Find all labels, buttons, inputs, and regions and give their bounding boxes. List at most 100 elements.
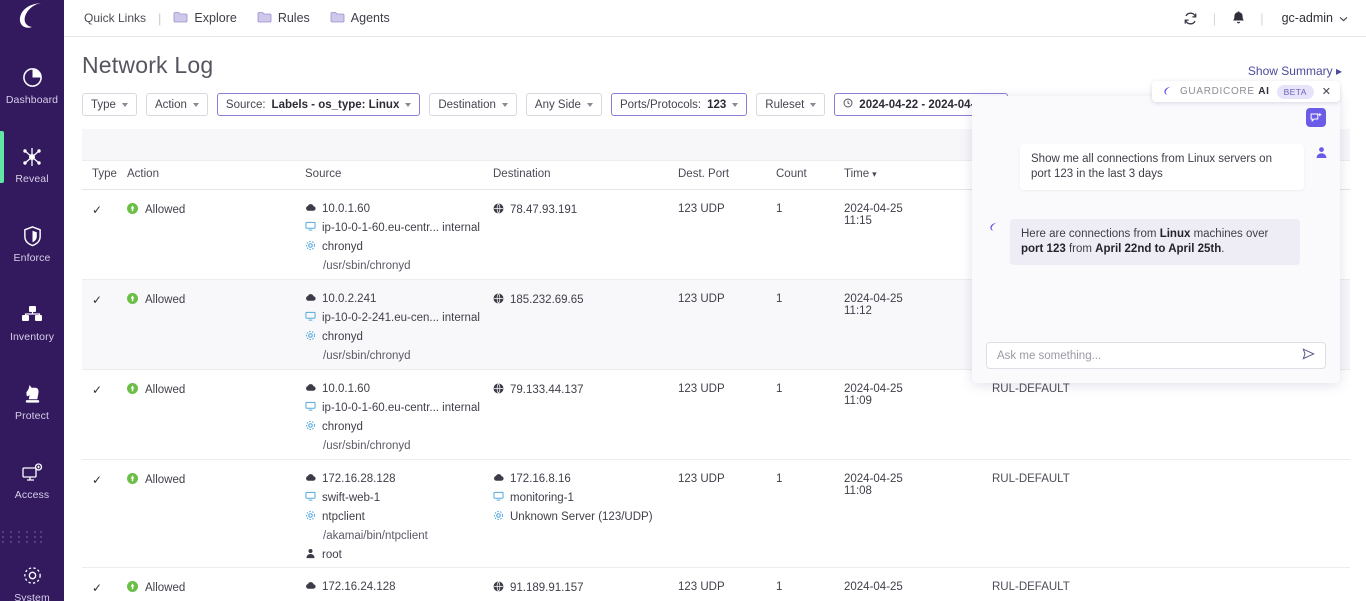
sidebar-item-inventory[interactable]: Inventory — [0, 293, 64, 353]
user-menu[interactable]: gc-admin — [1282, 11, 1348, 25]
chevron-down-icon — [193, 103, 199, 107]
sidebar-item-access[interactable]: Access — [0, 451, 64, 511]
bell-icon[interactable] — [1224, 10, 1252, 26]
column-header-count[interactable]: Count — [776, 168, 844, 180]
row-time-value: 2024-04-25 11:15 — [844, 203, 914, 227]
row-action: Allowed — [127, 370, 305, 459]
guardicore-ai-tab[interactable]: GUARDICORE AI BETA ✕ — [1152, 81, 1340, 102]
sidebar-item-dashboard[interactable]: Dashboard — [0, 56, 64, 116]
row-source-host: ip-10-0-1-60.eu-centr... internal — [322, 222, 480, 234]
row-time: 2024-04-25 11:09 — [844, 370, 992, 459]
row-source-path: /usr/sbin/chronyd — [305, 440, 493, 452]
network-nodes-icon — [21, 146, 43, 168]
row-count: 1 — [776, 280, 844, 369]
filter-chip-type[interactable]: Type — [82, 93, 137, 116]
filter-chip-source[interactable]: Source: Labels - os_type: Linux — [217, 93, 420, 116]
row-rule: RUL-DEFAULT — [992, 568, 1192, 601]
filter-chip-ruleset[interactable]: Ruleset — [756, 93, 825, 116]
app-root: Dashboard Reveal — [0, 0, 1366, 601]
filter-chip-label: Type — [91, 99, 116, 111]
table-row[interactable]: ✓ Allowed 172.16.28.128 swift-web-1 ntpc… — [82, 460, 1350, 568]
bot-seg: machines over — [1190, 228, 1268, 240]
filter-chip-label: Source: — [226, 99, 266, 111]
allowed-status-icon — [127, 473, 138, 487]
quick-links-label[interactable]: Quick Links — [84, 11, 146, 25]
shield-icon — [22, 225, 43, 247]
row-destination: 78.47.93.191 — [493, 190, 678, 279]
row-type: ✓ — [82, 568, 127, 601]
table-row[interactable]: ✓ Allowed 10.0.1.60 ip-10-0-1-60.eu-cent… — [82, 370, 1350, 460]
chevron-down-icon — [810, 103, 816, 107]
ai-chat-input[interactable] — [997, 350, 1302, 362]
filter-chip-ports-protocols[interactable]: Ports/Protocols: 123 — [611, 93, 747, 116]
chevron-down-icon — [732, 103, 738, 107]
column-header-time[interactable]: Time▾ — [844, 168, 992, 180]
row-source-host: ip-10-0-2-241.eu-cen... internal — [322, 312, 480, 324]
column-header-destination[interactable]: Destination — [493, 168, 678, 180]
show-summary-link[interactable]: Show Summary ▸ — [1248, 64, 1342, 78]
row-source-host: ip-10-0-1-60.eu-centr... internal — [322, 402, 480, 414]
nav-link-explore[interactable]: Explore — [173, 11, 236, 26]
clock-icon — [843, 98, 853, 111]
column-header-dest-port[interactable]: Dest. Port — [678, 168, 776, 180]
main-sidebar: Dashboard Reveal — [0, 0, 64, 601]
topbar-actions: | | gc-admin — [1177, 10, 1366, 26]
folder-icon — [257, 11, 272, 26]
column-header-source[interactable]: Source — [305, 168, 493, 180]
topbar-divider: | — [1260, 11, 1263, 26]
send-icon[interactable] — [1302, 347, 1315, 365]
chat-message-user: Show me all connections from Linux serve… — [1020, 144, 1304, 190]
row-time: 2024-04-25 11:08 — [844, 460, 992, 567]
row-source: 172.16.24.128 — [305, 568, 493, 601]
ai-chat-input-wrapper[interactable] — [986, 342, 1326, 369]
row-rule: RUL-DEFAULT — [992, 370, 1192, 459]
row-source-ip: 10.0.1.60 — [322, 203, 370, 215]
bot-seg: . — [1221, 243, 1224, 255]
sidebar-item-label: Dashboard — [6, 94, 58, 106]
column-header-type[interactable]: Type — [82, 168, 127, 180]
sidebar-item-label: Enforce — [14, 252, 51, 264]
nav-link-agents[interactable]: Agents — [330, 11, 390, 26]
nav-link-rules[interactable]: Rules — [257, 11, 310, 26]
filter-chip-action[interactable]: Action — [146, 93, 208, 116]
guardicore-ai-panel: Show me all connections from Linux serve… — [972, 96, 1340, 383]
column-header-action[interactable]: Action — [127, 168, 305, 180]
close-icon[interactable]: ✕ — [1321, 85, 1332, 98]
chat-message-bot: Here are connections from Linux machines… — [1010, 219, 1300, 265]
process-gear-icon — [493, 510, 504, 524]
row-type: ✓ — [82, 280, 127, 369]
row-count: 1 — [776, 370, 844, 459]
row-type: ✓ — [82, 460, 127, 567]
row-destination: 79.133.44.137 — [493, 370, 678, 459]
row-rule: RUL-DEFAULT — [992, 460, 1192, 567]
cloud-icon — [305, 581, 316, 593]
sidebar-item-enforce[interactable]: Enforce — [0, 214, 64, 274]
new-chat-icon[interactable] — [1306, 108, 1326, 127]
sidebar-item-reveal[interactable]: Reveal — [0, 135, 64, 195]
top-navigation-bar: Quick Links | Explore Rules Agents — [64, 0, 1366, 37]
table-row[interactable]: ✓ Allowed 172.16.24.128 91.189.91.157 12… — [82, 568, 1350, 601]
show-summary-label: Show Summary — [1248, 64, 1333, 78]
sidebar-item-system[interactable]: System — [0, 554, 64, 601]
refresh-icon[interactable] — [1177, 11, 1205, 26]
row-type: ✓ — [82, 370, 127, 459]
sidebar-item-label: Access — [15, 489, 49, 501]
row-type: ✓ — [82, 190, 127, 279]
row-count: 1 — [776, 190, 844, 279]
sidebar-item-protect[interactable]: Protect — [0, 372, 64, 432]
row-source: 172.16.28.128 swift-web-1 ntpclient /aka… — [305, 460, 493, 567]
filter-chip-any-side[interactable]: Any Side — [526, 93, 602, 116]
filter-chip-destination[interactable]: Destination — [429, 93, 517, 116]
row-source-host: swift-web-1 — [322, 492, 380, 504]
row-action-label: Allowed — [145, 204, 185, 216]
allowed-status-icon — [127, 293, 138, 307]
row-time: 2024-04-25 — [844, 568, 992, 601]
chevron-right-icon: ▸ — [1336, 64, 1342, 78]
globe-icon — [493, 581, 504, 595]
nav-link-label: Agents — [351, 11, 390, 25]
caret-down-icon: ▾ — [872, 169, 877, 179]
bot-seg: from — [1066, 243, 1095, 255]
row-source-path: /usr/sbin/chronyd — [305, 260, 493, 272]
row-destination-ip: 185.232.69.65 — [510, 294, 584, 306]
chevron-down-icon — [502, 103, 508, 107]
